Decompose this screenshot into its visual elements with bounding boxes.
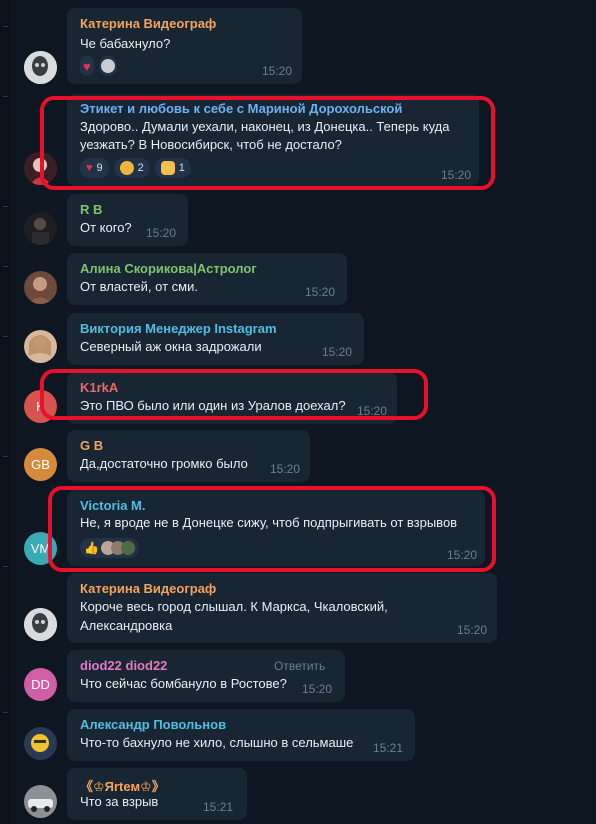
message-text: Это ПВО было или один из Уралов доехал? [80,398,346,413]
avatar[interactable]: K [24,390,57,423]
message-text: От кого? [80,220,132,235]
sender-name[interactable]: Катерина Видеограф [80,581,216,596]
avatar-photo-icon [24,152,57,185]
sender-name[interactable]: Александр Повольнов [80,717,226,732]
avatar-photo-icon [24,608,57,641]
message-text-line: уезжать? В Новосибирск, чтоб не достало? [80,137,342,152]
message-text: Что за взрыв [80,794,159,809]
avatar-photo-icon [24,212,57,245]
avatar[interactable] [24,212,57,245]
message-time: 15:21 [373,741,404,755]
reply-button[interactable]: Ответить [274,659,325,673]
reaction-count: 2 [137,162,144,174]
message-time: 15:20 [322,345,353,359]
sender-name[interactable]: Этикет и любовь к себе с Мариной Дорохол… [80,101,402,116]
message-time: 15:20 [446,548,477,562]
reaction-heart[interactable]: ♥ [80,56,94,76]
reaction-count: 1 [178,162,185,174]
sender-name[interactable]: K1rkA [80,380,118,395]
message-bubble[interactable]: R B От кого? 15:20 [67,194,188,246]
avatar[interactable] [24,785,57,818]
message-bubble[interactable]: G B Да,достаточно громко было 15:20 [67,430,310,482]
message-time: 15:21 [203,800,234,814]
avatar[interactable] [24,51,57,84]
avatar[interactable] [24,271,57,304]
avatar-mini-icon [100,59,115,73]
message-text: От властей, от сми. [80,279,198,294]
message-bubble[interactable]: 《♔Яrtем♔》 Что за взрыв 15:21 [67,768,247,820]
message-bubble[interactable]: Алина Скорикова|Астролог От властей, от … [67,253,347,305]
avatar-photo-icon [24,785,57,818]
sender-name[interactable]: Victoria M. [80,498,146,513]
chat-list-edge [0,0,11,824]
message-text: Северный аж окна задрожали [80,339,262,354]
message-text-line: Александровка [80,618,173,633]
message-time: 15:20 [261,64,292,78]
avatar-photo-icon [24,51,57,84]
message-bubble[interactable]: Катерина Видеограф Че бабахнуло? ♥ 15:20 [67,8,302,84]
message-text: Не, я вроде не в Донецке сижу, чтоб подп… [80,515,458,530]
message-bubble[interactable]: Александр Повольнов Что-то бахнуло не хи… [67,709,415,761]
heart-icon: ♥ [86,162,93,174]
avatar[interactable] [24,727,57,760]
message-text-line: Короче весь город слышал. К Маркса, Чкал… [80,599,388,614]
face-emoji-icon [119,161,134,175]
message-time: 15:20 [305,285,336,299]
sender-name[interactable]: Алина Скорикова|Астролог [80,261,257,276]
message-time: 15:20 [302,682,333,696]
reaction-avatar[interactable] [98,56,117,76]
sender-name[interactable]: Катерина Видеограф [80,16,216,31]
heart-icon: ♥ [83,58,91,74]
message-time: 15:20 [456,623,487,637]
avatar[interactable] [24,330,57,363]
message-bubble[interactable]: Этикет и любовь к себе с Мариной Дорохол… [67,94,479,186]
avatar[interactable] [24,152,57,185]
message-bubble[interactable]: Victoria M. Не, я вроде не в Донецке сиж… [67,490,485,566]
message-text: Че бабахнуло? [80,36,171,51]
message-time: 15:20 [270,462,301,476]
sender-name[interactable]: Виктория Менеджер Instagram [80,321,277,336]
message-time: 15:20 [146,226,177,240]
reaction-count: 9 [96,162,103,174]
message-text: Да,достаточно громко было [80,456,248,471]
avatar[interactable] [24,608,57,641]
message-bubble[interactable]: Виктория Менеджер Instagram Северный аж … [67,313,364,365]
avatar[interactable]: VM [24,532,57,565]
sender-name[interactable]: G B [80,438,103,453]
message-bubble[interactable]: Катерина Видеограф Короче весь город слы… [67,573,497,643]
avatar[interactable]: GB [24,448,57,481]
pray-emoji-icon [160,161,175,175]
avatar-photo-icon [24,271,57,304]
thumbs-up-icon: 👍 [84,541,99,555]
reaction-thumbs-up[interactable]: 👍 [80,538,139,558]
sender-name[interactable]: diod22 diod22 [80,658,167,673]
message-text: Что сейчас бомбануло в Ростове? [80,676,287,691]
message-time: 15:20 [440,168,471,182]
sender-name[interactable]: R B [80,202,102,217]
message-text-line: Здорово.. Думали уехали, наконец, из Дон… [80,119,450,134]
message-bubble[interactable]: K1rkA Это ПВО было или один из Уралов до… [67,372,397,424]
avatar-photo-icon [24,330,57,363]
reactor-avatar-icon [120,541,135,555]
avatar-photo-icon [24,727,57,760]
message-text: Что-то бахнуло не хило, слышно в сельмаш… [80,735,354,750]
message-time: 15:20 [357,404,388,418]
reaction-face[interactable]: 2 [113,158,150,178]
avatar[interactable]: DD [24,668,57,701]
reaction-pray[interactable]: 1 [154,158,191,178]
message-bubble[interactable]: diod22 diod22 Ответить Что сейчас бомбан… [67,650,345,702]
reaction-heart[interactable]: ♥ 9 [80,158,109,178]
